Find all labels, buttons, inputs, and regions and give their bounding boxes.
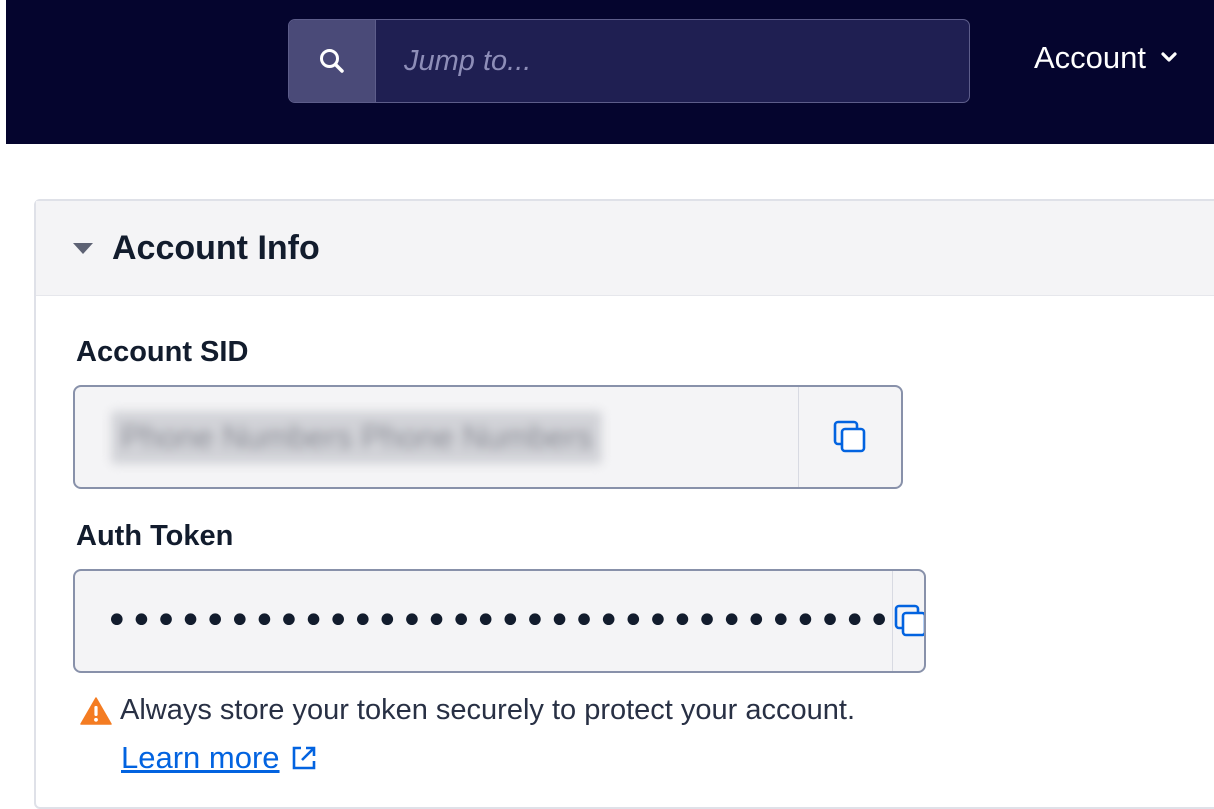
account-sid-field: Phone Numbers Phone Numbers <box>73 385 903 489</box>
learn-more-label: Learn more <box>121 740 280 775</box>
auth-token-value: •••••••••••••••••••••••••••••••• <box>105 598 892 644</box>
triangle-down-icon <box>73 243 93 254</box>
copy-token-button[interactable] <box>892 571 924 671</box>
account-info-header[interactable]: Account Info <box>36 201 1214 296</box>
warning-text: Always store your token securely to prot… <box>120 694 856 726</box>
account-menu[interactable]: Account <box>1034 36 1178 80</box>
account-sid-value-area[interactable]: Phone Numbers Phone Numbers <box>75 387 798 487</box>
copy-sid-button[interactable] <box>798 387 901 487</box>
account-sid-value: Phone Numbers Phone Numbers <box>111 410 603 464</box>
learn-more-link[interactable]: Learn more <box>121 740 318 776</box>
search-icon <box>320 49 344 73</box>
account-menu-label: Account <box>1034 40 1147 75</box>
account-sid-label: Account SID <box>76 336 249 368</box>
copy-icon <box>833 420 866 453</box>
auth-token-field: •••••••••••••••••••••••••••••••• <box>73 569 926 673</box>
card-title: Account Info <box>112 228 320 267</box>
token-warning: Always store your token securely to prot… <box>80 694 855 727</box>
chevron-down-icon <box>1161 52 1177 62</box>
external-link-icon <box>292 746 315 770</box>
search-input[interactable]: Jump to... <box>376 20 969 102</box>
search-button[interactable] <box>289 20 376 102</box>
account-info-card: Account Info Account SID Phone Numbers P… <box>34 199 1214 809</box>
top-navigation-bar: Jump to... Account <box>6 0 1214 144</box>
search-bar: Jump to... <box>288 19 970 103</box>
auth-token-value-area[interactable]: •••••••••••••••••••••••••••••••• <box>75 571 892 671</box>
warning-icon <box>80 696 112 725</box>
auth-token-label: Auth Token <box>76 520 234 552</box>
copy-icon <box>894 604 924 637</box>
